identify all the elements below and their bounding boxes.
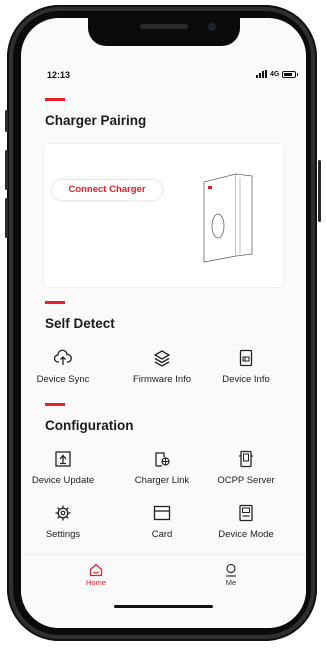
settings-label: Settings: [45, 529, 81, 540]
signal-icon: [256, 70, 267, 78]
tab-home-label: Home: [85, 578, 106, 587]
configuration-title: Configuration: [45, 418, 134, 433]
charger-pairing-card[interactable]: Connect Charger: [44, 144, 283, 287]
layers-icon: [153, 350, 171, 367]
home-indicator[interactable]: [114, 605, 213, 608]
device-update-label: Device Update: [31, 475, 95, 486]
section-accent-bar: [45, 98, 65, 101]
charger-link-icon: [155, 452, 170, 467]
mute-switch: [5, 110, 8, 132]
device-mode-button[interactable]: Device Mode: [205, 504, 287, 540]
gear-icon: [55, 505, 71, 521]
settings-button[interactable]: Settings: [22, 504, 104, 540]
charger-illustration-icon: [203, 173, 253, 263]
front-camera: [208, 23, 216, 31]
connect-charger-button[interactable]: Connect Charger: [52, 180, 162, 200]
device-info-label: Device Info: [222, 374, 270, 385]
tab-home[interactable]: Home: [66, 563, 126, 587]
server-icon: [239, 450, 253, 468]
charger-link-button[interactable]: Charger Link: [121, 450, 203, 486]
status-icons: 4G: [256, 70, 299, 78]
tab-me-label: Me: [225, 578, 237, 587]
device-sync-label: Device Sync: [36, 374, 90, 385]
firmware-info-label: Firmware Info: [132, 374, 192, 385]
user-icon: [226, 563, 236, 577]
home-icon: [89, 563, 103, 577]
app-screen: 12:13 4G Charger Pairing Connect Charger…: [21, 18, 306, 628]
card-label: Card: [151, 529, 173, 540]
status-time: 12:13: [47, 70, 71, 80]
section-accent-bar: [45, 301, 65, 304]
upload-box-icon: [55, 451, 71, 467]
self-detect-title: Self Detect: [45, 316, 115, 331]
device-mode-icon: [239, 504, 253, 522]
bottom-tab-bar: Home Me: [21, 555, 306, 628]
device-info-button[interactable]: Device Info: [205, 349, 287, 385]
battery-icon: [282, 70, 299, 78]
section-accent-bar: [45, 403, 65, 406]
charger-link-label: Charger Link: [134, 475, 190, 486]
device-update-button[interactable]: Device Update: [22, 450, 104, 486]
volume-up-button: [5, 150, 8, 190]
power-button: [318, 160, 321, 222]
card-icon: [153, 505, 171, 521]
ocpp-server-label: OCPP Server: [217, 475, 275, 486]
device-sync-button[interactable]: Device Sync: [22, 349, 104, 385]
firmware-info-button[interactable]: Firmware Info: [121, 349, 203, 385]
card-button[interactable]: Card: [121, 504, 203, 540]
ocpp-server-button[interactable]: OCPP Server: [205, 450, 287, 486]
charger-pairing-title: Charger Pairing: [45, 113, 147, 128]
volume-down-button: [5, 198, 8, 238]
notch: [88, 18, 240, 46]
device-mode-label: Device Mode: [218, 529, 274, 540]
network-type: 4G: [270, 70, 280, 78]
tab-me[interactable]: Me: [201, 563, 261, 587]
device-info-icon: [239, 349, 253, 367]
cloud-sync-icon: [54, 349, 72, 365]
speaker: [140, 24, 188, 29]
